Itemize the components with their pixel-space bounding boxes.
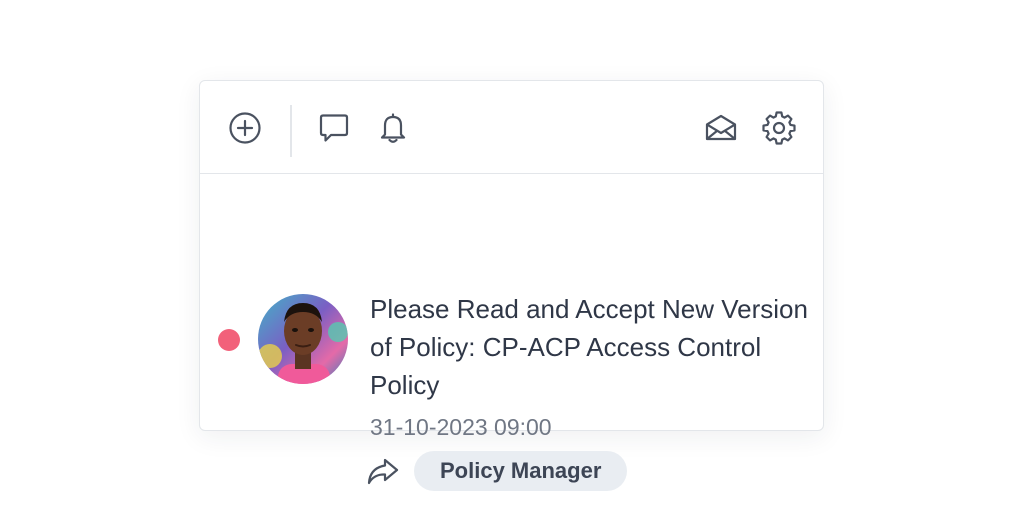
notification-title: Please Read and Accept New Version of Po… [370, 294, 808, 400]
category-tag: Policy Manager [414, 451, 628, 491]
notification-panel: Please Read and Accept New Version of Po… [199, 80, 824, 491]
avatar-photo [258, 294, 348, 384]
chat-bubble-icon [319, 114, 349, 142]
mark-all-read-button[interactable] [703, 110, 739, 146]
open-envelope-icon [705, 114, 737, 141]
notifications-button[interactable] [375, 110, 411, 146]
notification-timestamp: 31-10-2023 09:00 [370, 414, 552, 440]
add-button[interactable] [227, 110, 263, 146]
chat-button[interactable] [316, 110, 352, 146]
settings-button[interactable] [761, 110, 797, 146]
share-arrow-icon[interactable] [366, 456, 400, 486]
plus-circle-icon [229, 112, 261, 144]
unread-indicator [218, 329, 240, 351]
gear-icon [762, 111, 796, 145]
avatar [258, 294, 348, 384]
notification-toolbar [200, 81, 823, 174]
toolbar-divider [290, 105, 292, 157]
bell-icon [380, 113, 406, 143]
